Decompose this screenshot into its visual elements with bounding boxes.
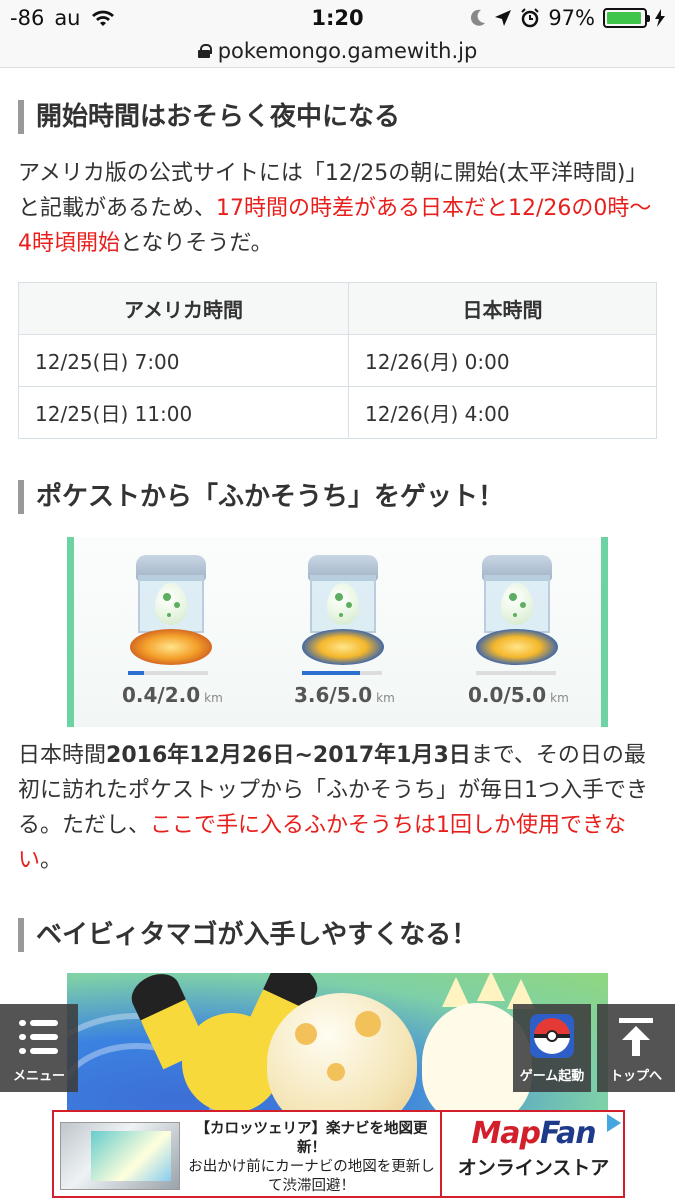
battery-icon bbox=[603, 8, 650, 28]
table-cell: 12/25(日) 7:00 bbox=[17, 334, 350, 387]
section1-paragraph: アメリカ版の公式サイトには「12/25の朝に開始(太平洋時間)」と記載があるため… bbox=[18, 156, 657, 261]
menu-icon bbox=[19, 1020, 58, 1054]
table-row: 12/25(日) 11:00 12/26(月) 4:00 bbox=[17, 386, 657, 439]
location-arrow-icon bbox=[495, 10, 512, 26]
alarm-icon bbox=[521, 8, 540, 28]
menu-button[interactable]: メニュー bbox=[0, 1004, 78, 1092]
time-comparison-table: アメリカ時間 日本時間 12/25(日) 7:00 12/26(月) 0:00 … bbox=[17, 282, 657, 439]
egg-distance-unit: km bbox=[376, 691, 395, 705]
table-cell: 12/26(月) 4:00 bbox=[348, 386, 657, 439]
section2-paragraph: 日本時間2016年12月26日~2017年1月3日まで、その日の最初に訪れたポケ… bbox=[18, 738, 657, 878]
menu-label: メニュー bbox=[12, 1069, 65, 1084]
egg-progress-bar bbox=[302, 671, 382, 675]
egg-distance-value: 3.6/5.0 bbox=[294, 683, 373, 707]
egg-progress-fill bbox=[302, 671, 360, 675]
ad-divider bbox=[440, 1112, 442, 1196]
egg-distance-unit: km bbox=[204, 691, 223, 705]
section-heading-start-time: 開始時間はおそらく夜中になる bbox=[18, 100, 400, 134]
table-row: 12/25(日) 7:00 12/26(月) 0:00 bbox=[17, 334, 657, 387]
back-to-top-label: トップへ bbox=[609, 1069, 662, 1084]
url-text: pokemongo.gamewith.jp bbox=[217, 38, 478, 63]
address-bar[interactable]: pokemongo.gamewith.jp bbox=[0, 34, 675, 68]
car-navigation-image bbox=[60, 1122, 180, 1190]
table-header-jp-time: 日本時間 bbox=[348, 282, 657, 335]
adchoices-icon[interactable] bbox=[607, 1114, 621, 1132]
incubator-blue-icon bbox=[476, 555, 558, 665]
game-launch-label: ゲーム起動 bbox=[519, 1069, 585, 1084]
egg-progress-bar bbox=[128, 671, 208, 675]
egg-distance-value: 0.4/2.0 bbox=[122, 683, 201, 707]
egg-distance-unit: km bbox=[550, 691, 569, 705]
brand-logo: MapFan bbox=[446, 1116, 621, 1151]
brand-subtitle: オンラインストア bbox=[457, 1157, 610, 1179]
ad-title: 【カロッツェリア】楽ナビを地図更新！ bbox=[195, 1121, 428, 1156]
ad-body: お出かけ前にカーナビの地図を更新して渋滞回避！ bbox=[188, 1159, 435, 1194]
game-launch-button[interactable]: ゲーム起動 bbox=[513, 1004, 591, 1092]
egg-distance-value: 0.0/5.0 bbox=[468, 683, 547, 707]
section2-text-bold-dates: 2016年12月26日~2017年1月3日 bbox=[106, 743, 471, 768]
egg-progress-bar bbox=[476, 671, 556, 675]
incubator-blue-icon bbox=[302, 555, 384, 665]
incubator-orange-icon bbox=[130, 555, 212, 665]
moon-icon bbox=[471, 9, 486, 26]
lock-icon bbox=[197, 43, 212, 58]
table-header-row: アメリカ時間 日本時間 bbox=[17, 282, 657, 335]
mapfan-logo: MapFan オンラインストア bbox=[446, 1116, 621, 1194]
charging-bolt-icon bbox=[655, 9, 665, 27]
section-heading-baby-eggs: ベイビィタマゴが入手しやすくなる！ bbox=[18, 918, 477, 952]
status-bar: -86 au 1:20 97% bbox=[0, 0, 675, 34]
battery-percent: 97% bbox=[548, 6, 595, 30]
table-header-us-time: アメリカ時間 bbox=[17, 282, 350, 335]
incubator-image: 0.4/2.0 km 3.6/5.0 km 0.0/5.0 km bbox=[67, 537, 608, 727]
section2-text-a: 日本時間 bbox=[18, 743, 107, 768]
back-to-top-button[interactable]: トップへ bbox=[597, 1004, 675, 1092]
pokeball-icon bbox=[530, 1014, 574, 1058]
brand-map: Map bbox=[471, 1116, 541, 1151]
arrow-up-icon bbox=[619, 1018, 653, 1056]
ad-banner[interactable]: 【カロッツェリア】楽ナビを地図更新！ お出かけ前にカーナビの地図を更新して渋滞回… bbox=[52, 1110, 625, 1198]
table-cell: 12/25(日) 11:00 bbox=[17, 386, 350, 439]
section-heading-incubator: ポケストから「ふかそうち」をゲット！ bbox=[18, 480, 504, 514]
egg-distance-label: 3.6/5.0 km bbox=[294, 683, 395, 707]
egg-distance-label: 0.4/2.0 km bbox=[122, 683, 223, 707]
egg-distance-label: 0.0/5.0 km bbox=[468, 683, 569, 707]
egg-progress-fill bbox=[128, 671, 144, 675]
status-right: 97% bbox=[470, 6, 665, 30]
brand-fan: Fan bbox=[539, 1116, 597, 1151]
ad-text: 【カロッツェリア】楽ナビを地図更新！ お出かけ前にカーナビの地図を更新して渋滞回… bbox=[184, 1120, 439, 1196]
section1-text-b: となりそうだ。 bbox=[120, 231, 273, 256]
table-cell: 12/26(月) 0:00 bbox=[348, 334, 657, 387]
section2-text-c: 。 bbox=[40, 848, 63, 873]
